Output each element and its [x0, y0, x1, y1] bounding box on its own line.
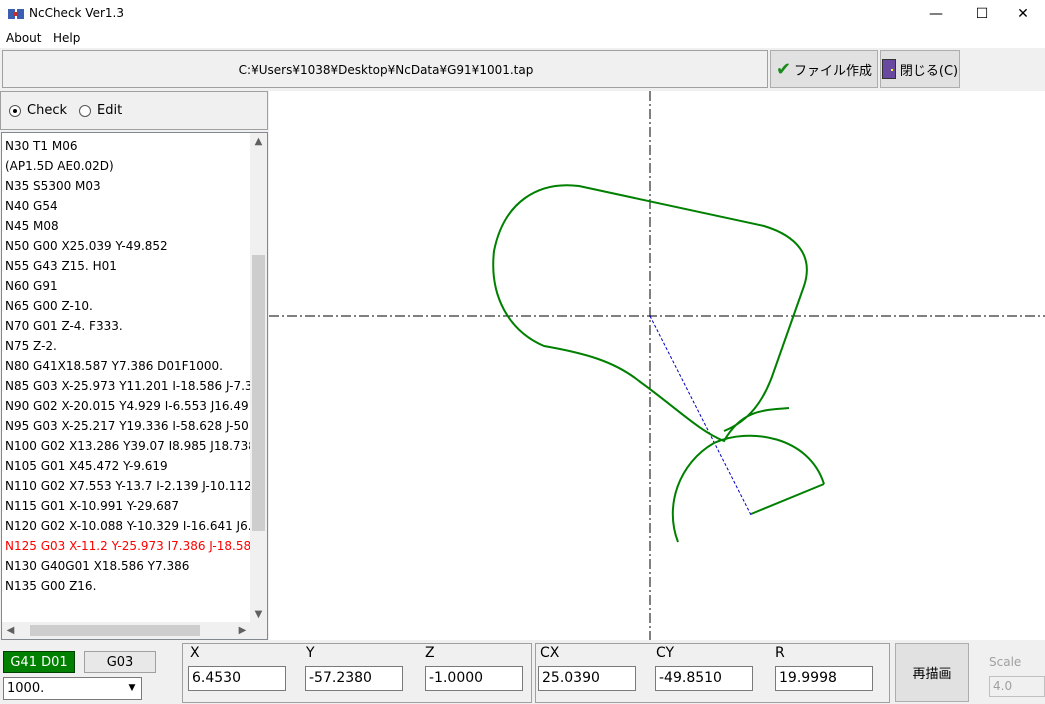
radio-check-indicator	[9, 104, 21, 117]
maximize-button[interactable]: ☐	[959, 0, 1005, 28]
scrollbar-corner	[250, 622, 267, 639]
radio-check-label: Check	[27, 103, 67, 118]
cx-field[interactable]: 25.0390	[538, 666, 636, 691]
code-line[interactable]: N35 S5300 M03	[5, 176, 101, 196]
scroll-left-icon[interactable]: ◀	[2, 622, 19, 639]
code-line[interactable]: N80 G41X18.587 Y7.386 D01F1000.	[5, 356, 223, 376]
minimize-button[interactable]: —	[913, 0, 959, 28]
feed-select[interactable]: 1000. ▼	[3, 677, 142, 700]
code-line[interactable]: N60 G91	[5, 276, 58, 296]
y-label: Y	[306, 645, 315, 661]
create-file-button[interactable]: ✔ ファイル作成	[770, 50, 878, 88]
app-icon	[8, 9, 24, 19]
code-line[interactable]: (AP1.5D AE0.02D)	[5, 156, 114, 176]
chevron-down-icon[interactable]: ▼	[124, 679, 140, 698]
code-line[interactable]: N100 G02 X13.286 Y39.07 I8.985 J18.738	[5, 436, 256, 456]
menu-bar: About Help	[0, 28, 1045, 48]
radio-edit[interactable]: Edit	[79, 103, 122, 118]
code-line[interactable]: N130 G40G01 X18.586 Y7.386	[5, 556, 189, 576]
code-line[interactable]: N40 G54	[5, 196, 58, 216]
create-file-label: ファイル作成	[794, 63, 873, 79]
x-label: X	[190, 645, 200, 661]
radio-edit-label: Edit	[97, 103, 123, 118]
vertical-scrollbar[interactable]: ▲ ▼	[250, 133, 267, 623]
code-line[interactable]: N75 Z-2.	[5, 336, 57, 356]
mode-panel: Check Edit	[0, 91, 268, 130]
code-line[interactable]: N110 G02 X7.553 Y-13.7 I-2.139 J-10.112	[5, 476, 252, 496]
file-path: C:¥Users¥1038¥Desktop¥NcData¥G91¥1001.ta…	[238, 63, 534, 77]
radio-check[interactable]: Check	[9, 103, 67, 118]
code-line[interactable]: N50 G00 X25.039 Y-49.852	[5, 236, 168, 256]
motion-mode-badge: G03	[84, 651, 156, 673]
cy-label: CY	[656, 645, 675, 661]
menu-help[interactable]: Help	[53, 31, 80, 45]
feed-value: 1000.	[7, 681, 45, 696]
menu-about[interactable]: About	[6, 31, 41, 45]
code-line[interactable]: N115 G01 X-10.991 Y-29.687	[5, 496, 179, 516]
toolpath-exit-line	[750, 483, 825, 515]
scale-field[interactable]: 4.0	[989, 676, 1045, 697]
arc-radius-line	[649, 315, 752, 516]
close-window-button[interactable]: ✕	[1000, 0, 1045, 28]
scroll-up-icon[interactable]: ▲	[250, 133, 267, 150]
code-line[interactable]: N65 G00 Z-10.	[5, 296, 93, 316]
toolpath-arc	[671, 434, 825, 543]
r-label: R	[775, 645, 785, 661]
check-icon: ✔	[775, 58, 792, 80]
horizontal-scrollbar[interactable]: ◀ ▶	[2, 622, 251, 639]
code-line[interactable]: N55 G43 Z15. H01	[5, 256, 117, 276]
door-icon	[881, 59, 896, 79]
scale-label: Scale	[989, 655, 1022, 669]
title-bar: NcCheck Ver1.3 — ☐ ✕	[0, 0, 1045, 28]
code-line[interactable]: N85 G03 X-25.973 Y11.201 I-18.586 J-7.38	[5, 376, 260, 396]
y-field[interactable]: -57.2380	[305, 666, 403, 691]
close-button[interactable]: 閉じる(C)	[880, 50, 960, 88]
cx-label: CX	[540, 645, 560, 661]
toolpath-drawing	[269, 91, 1045, 640]
x-field[interactable]: 6.4530	[188, 666, 286, 691]
toolpath-canvas[interactable]	[269, 91, 1045, 640]
close-label: 閉じる(C)	[899, 63, 959, 79]
window-title: NcCheck Ver1.3	[29, 6, 124, 20]
nc-code-list[interactable]: N30 T1 M06 (AP1.5D AE0.02D) N35 S5300 M03 N…	[1, 132, 268, 640]
code-line[interactable]: N120 G02 X-10.088 Y-10.329 I-16.641 J6.1	[5, 516, 259, 536]
vertical-scroll-thumb[interactable]	[252, 255, 265, 531]
code-line-active[interactable]: N125 G03 X-11.2 Y-25.973 I7.386 J-18.586	[5, 536, 259, 556]
code-line[interactable]: N70 G01 Z-4. F333.	[5, 316, 123, 336]
tool-comp-badge: G41 D01	[3, 651, 75, 673]
code-line[interactable]: N105 G01 X45.472 Y-9.619	[5, 456, 168, 476]
horizontal-scroll-thumb[interactable]	[30, 625, 200, 636]
scroll-right-icon[interactable]: ▶	[234, 622, 251, 639]
code-line[interactable]: N95 G03 X-25.217 Y19.336 I-58.628 J-50.3	[5, 416, 260, 436]
radio-edit-indicator	[79, 104, 91, 117]
code-line[interactable]: N30 T1 M06	[5, 136, 77, 156]
file-path-bar: C:¥Users¥1038¥Desktop¥NcData¥G91¥1001.ta…	[2, 50, 768, 88]
z-field[interactable]: -1.0000	[425, 666, 523, 691]
cy-field[interactable]: -49.8510	[655, 666, 753, 691]
code-line[interactable]: N135 G00 Z16.	[5, 576, 96, 596]
redraw-button[interactable]: 再描画	[895, 643, 969, 702]
z-label: Z	[425, 645, 435, 661]
code-line[interactable]: N45 M08	[5, 216, 59, 236]
code-line[interactable]: N90 G02 X-20.015 Y4.929 I-6.553 J16.491	[5, 396, 256, 416]
r-field[interactable]: 19.9998	[775, 666, 873, 691]
scroll-down-icon[interactable]: ▼	[250, 606, 267, 623]
